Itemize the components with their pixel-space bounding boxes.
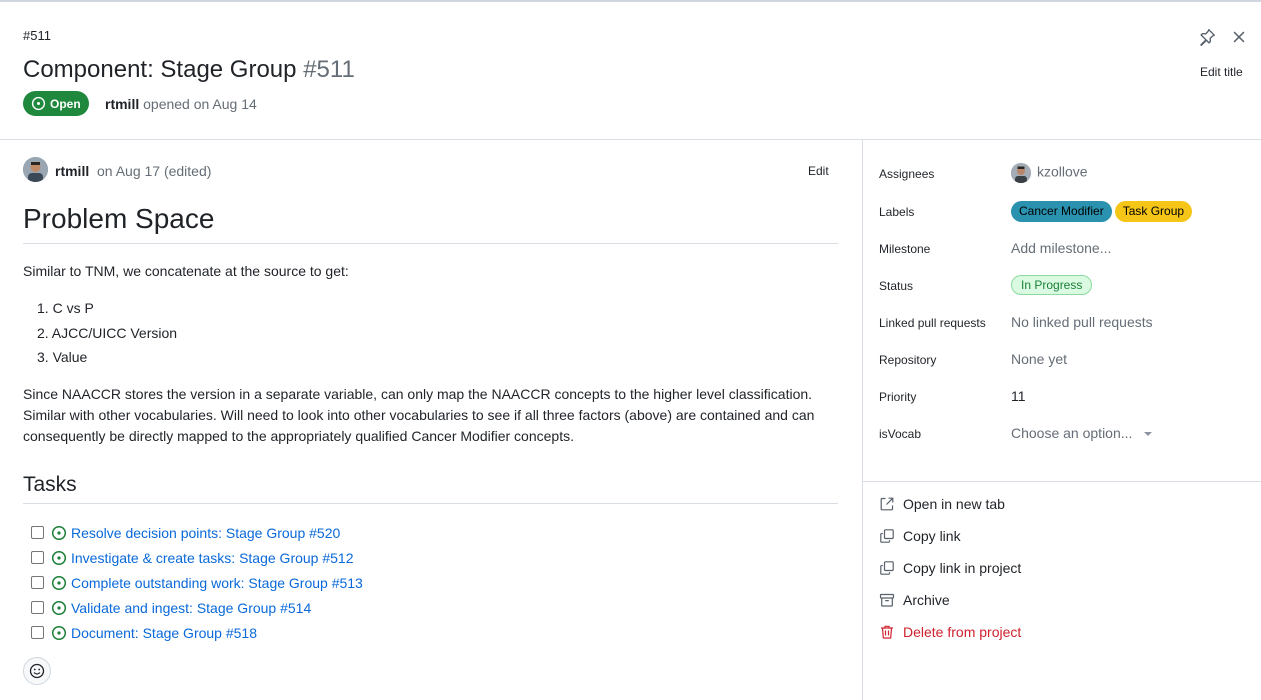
status-badge: Open: [23, 91, 89, 116]
task-checkbox[interactable]: [31, 626, 44, 639]
delete-from-project-button[interactable]: Delete from project: [879, 624, 1021, 640]
issue-title: Component: Stage Group: [23, 56, 297, 83]
list-item: 2. AJCC/UICC Version: [37, 324, 178, 341]
sidebar-divider: [862, 140, 863, 700]
repository-field[interactable]: None yet: [1011, 351, 1067, 367]
opened-text: opened on Aug 14: [143, 96, 257, 112]
task-item: Investigate & create tasks: Stage Group …: [31, 545, 363, 570]
isvocab-select[interactable]: Choose an option...: [1011, 425, 1153, 441]
tasks-rule: [23, 503, 838, 504]
avatar: [1011, 163, 1031, 183]
copy-icon: [880, 529, 894, 543]
assignees-label: Assignees: [879, 167, 935, 181]
task-item: Resolve decision points: Stage Group #52…: [31, 520, 363, 545]
action-label: Archive: [903, 592, 950, 608]
issue-open-icon: [51, 525, 67, 540]
close-button[interactable]: [1230, 28, 1248, 46]
body-intro: Similar to TNM, we concatenate at the so…: [23, 263, 349, 279]
issue-open-icon: [51, 550, 67, 565]
priority-label: Priority: [879, 390, 917, 404]
avatar-image: [23, 157, 48, 182]
task-checkbox[interactable]: [31, 551, 44, 564]
pin-button[interactable]: [1198, 28, 1216, 46]
status-field[interactable]: In Progress: [1011, 275, 1093, 295]
external-link-icon: [880, 497, 894, 511]
issue-open-icon: [31, 96, 46, 111]
avatar[interactable]: [23, 157, 48, 182]
label-cancer-modifier[interactable]: Cancer Modifier: [1011, 201, 1112, 222]
list-item-text: AJCC/UICC Version: [51, 324, 178, 341]
task-link[interactable]: Resolve decision points: Stage Group #52…: [71, 525, 340, 541]
smiley-icon: [29, 663, 45, 679]
body-paragraph: Since NAACCR stores the version in a sep…: [23, 386, 815, 444]
heading-rule: [23, 243, 838, 244]
action-label: Open in new tab: [903, 496, 1005, 512]
task-link[interactable]: Document: Stage Group #518: [71, 625, 257, 641]
copy-link-button[interactable]: Copy link: [879, 528, 961, 544]
task-link[interactable]: Validate and ingest: Stage Group #514: [71, 600, 311, 616]
list-item-text: Value: [52, 349, 88, 365]
comment-date[interactable]: on Aug 17 (edited): [97, 163, 211, 179]
ordered-list: 1. C vs P 2. AJCC/UICC Version 3. Value: [23, 300, 177, 374]
edit-comment-button[interactable]: Edit: [808, 164, 829, 178]
issue-author-link[interactable]: rtmill: [105, 96, 139, 112]
issue-number: #511: [303, 56, 355, 83]
priority-field[interactable]: 11: [1011, 388, 1026, 404]
comment-header: rtmill on Aug 17 (edited) Edit: [23, 157, 838, 183]
labels-label: Labels: [879, 205, 915, 219]
list-item-text: C vs P: [52, 300, 94, 316]
assignee-field[interactable]: kzollove: [1011, 163, 1088, 183]
status-label: Status: [879, 279, 914, 293]
linked-pr-label: Linked pull requests: [879, 316, 986, 330]
isvocab-label: isVocab: [879, 427, 922, 441]
task-checkbox[interactable]: [31, 526, 44, 539]
comment-author[interactable]: rtmill: [55, 163, 89, 179]
milestone-field[interactable]: Add milestone...: [1011, 240, 1111, 256]
task-link[interactable]: Complete outstanding work: Stage Group #…: [71, 575, 363, 591]
sidebar-section-divider: [863, 481, 1261, 482]
archive-icon: [879, 593, 895, 607]
issue-open-icon: [51, 575, 67, 590]
archive-button[interactable]: Archive: [879, 592, 950, 608]
opened-line: rtmill opened on Aug 14: [105, 96, 257, 112]
trash-icon: [881, 625, 893, 639]
assignee-name: kzollove: [1037, 163, 1088, 180]
task-checkbox[interactable]: [31, 601, 44, 614]
page-title: Component: Stage Group #511: [23, 56, 355, 84]
chevron-down-icon: [1144, 432, 1153, 437]
issue-header: #511 Component: Stage Group #511 Open rt…: [0, 2, 1261, 140]
isvocab-value: Choose an option...: [1011, 425, 1133, 441]
issue-ref: #511: [23, 28, 51, 43]
task-checkbox[interactable]: [31, 576, 44, 589]
task-list: Resolve decision points: Stage Group #52…: [31, 520, 363, 645]
task-item: Document: Stage Group #518: [31, 620, 363, 645]
issue-open-icon: [51, 600, 67, 615]
list-item: 1. C vs P: [37, 300, 94, 316]
close-icon: [1233, 31, 1245, 43]
status-badge: In Progress: [1011, 275, 1093, 295]
copy-link-in-project-button[interactable]: Copy link in project: [879, 560, 1021, 576]
action-label: Delete from project: [903, 624, 1022, 640]
issue-open-icon: [51, 625, 67, 640]
status-badge-label: Open: [50, 96, 81, 111]
add-reaction-button[interactable]: [23, 657, 51, 685]
task-item: Validate and ingest: Stage Group #514: [31, 595, 363, 620]
repository-label: Repository: [879, 353, 937, 367]
copy-icon: [880, 561, 894, 575]
body-heading: Problem Space: [23, 203, 215, 234]
action-label: Copy link in project: [903, 560, 1022, 576]
linked-pr-field[interactable]: No linked pull requests: [1011, 314, 1153, 330]
tasks-heading: Tasks: [23, 473, 77, 496]
labels-field[interactable]: Cancer Modifier Task Group: [1011, 201, 1195, 222]
list-item: 3. Value: [37, 349, 88, 365]
task-link[interactable]: Investigate & create tasks: Stage Group …: [71, 550, 354, 566]
open-in-new-tab-button[interactable]: Open in new tab: [879, 496, 1005, 512]
milestone-label: Milestone: [879, 242, 931, 256]
action-label: Copy link: [903, 528, 961, 544]
edit-title-button[interactable]: Edit title: [1200, 65, 1243, 79]
pin-icon: [1200, 29, 1215, 46]
task-item: Complete outstanding work: Stage Group #…: [31, 570, 363, 595]
label-task-group[interactable]: Task Group: [1114, 201, 1193, 222]
